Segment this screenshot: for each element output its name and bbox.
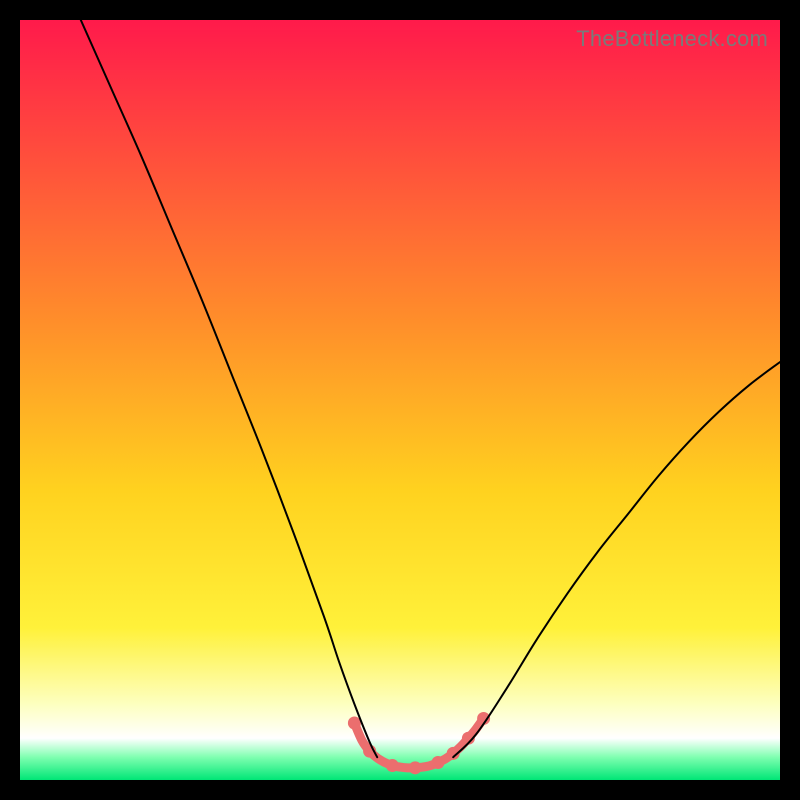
trough-bead [386, 759, 399, 772]
trough-bead [409, 761, 422, 774]
gradient-background [20, 20, 780, 780]
watermark-text: TheBottleneck.com [576, 26, 768, 52]
chart-frame: TheBottleneck.com [20, 20, 780, 780]
bottleneck-chart [20, 20, 780, 780]
trough-bead [432, 756, 445, 769]
